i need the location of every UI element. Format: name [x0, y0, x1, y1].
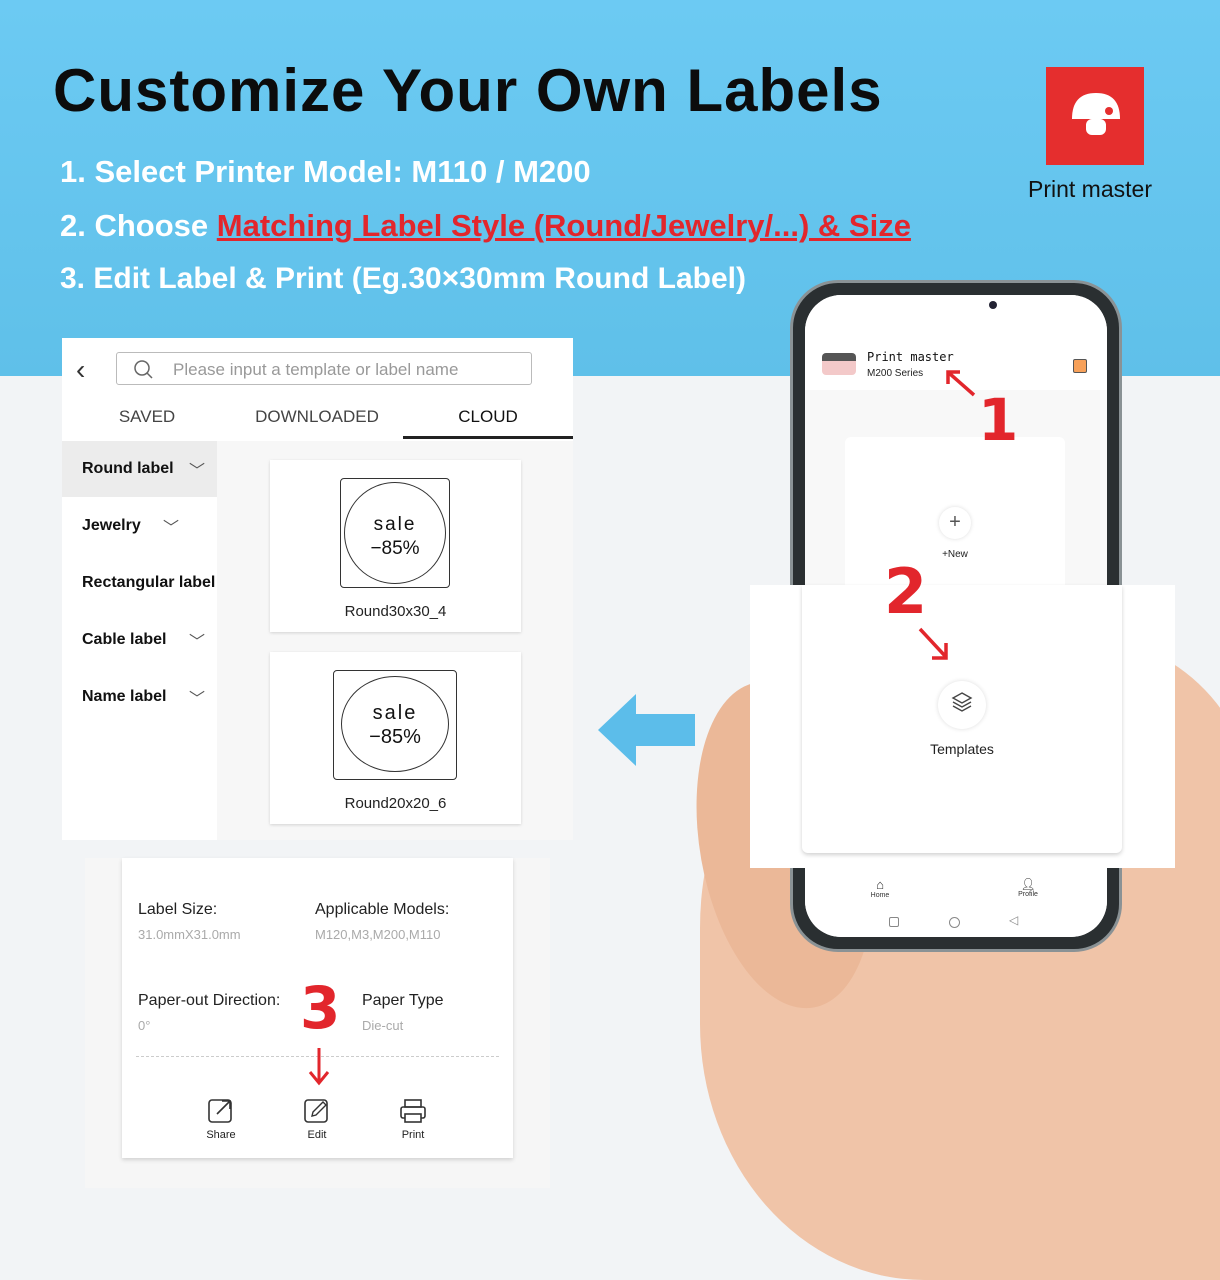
templates-overlay: 2 Templates: [750, 555, 1175, 868]
template-card[interactable]: sale −85% Round20x20_6: [270, 652, 521, 824]
tab-downloaded[interactable]: DOWNLOADED: [232, 407, 402, 427]
back-nav-icon[interactable]: ◁: [1009, 913, 1018, 927]
chevron-down-icon: ﹀: [162, 520, 179, 537]
step-marker-2: 2: [884, 555, 928, 628]
share-button[interactable]: Share: [191, 1098, 251, 1141]
category-label: Jewelry: [82, 517, 141, 534]
page-title: Customize Your Own Labels: [53, 57, 883, 124]
brand-name: Print master: [1028, 176, 1152, 202]
printer-thumbnail[interactable]: [822, 353, 856, 375]
nav-home[interactable]: ⌂ Home: [865, 877, 895, 899]
home-icon: ⌂: [876, 877, 884, 892]
models-key: Applicable Models:: [315, 901, 450, 918]
category-cable[interactable]: Cable label ﹀: [62, 612, 217, 668]
round-label: sale −85%: [344, 482, 446, 584]
share-label: Share: [206, 1129, 236, 1141]
mushroom-icon: [1072, 93, 1120, 135]
printer-series[interactable]: M200 Series: [867, 368, 923, 379]
template-card[interactable]: sale −85% Round30x30_4: [270, 460, 521, 632]
step-text: 3. Edit Label & Print (Eg.30×30mm Round …: [60, 262, 746, 295]
share-icon: [208, 1099, 232, 1123]
step-marker-1: 1: [978, 386, 1019, 454]
profile-icon: 👤︎: [1020, 877, 1036, 891]
category-jewelry[interactable]: Jewelry ﹀: [62, 498, 217, 554]
category-rectangular[interactable]: Rectangular label: [62, 555, 217, 611]
print-label: Print: [401, 1129, 425, 1141]
template-name: Round30x30_4: [344, 603, 447, 620]
paper-type-value: Die-cut: [362, 1018, 404, 1033]
step-1: 1. Select Printer Model: M110 / M200: [60, 154, 591, 190]
step-text: 1. Select Printer Model: M110 / M200: [60, 154, 591, 189]
camera: [989, 301, 997, 309]
label-size-value: 31.0mmX31.0mm: [138, 927, 241, 942]
printer-icon: [400, 1099, 426, 1123]
step-2: 2. Choose Matching Label Style (Round/Je…: [60, 208, 911, 244]
nav-label: Profile: [1018, 891, 1038, 898]
chevron-down-icon: ﹀: [188, 634, 205, 651]
arrow-up-left-icon: [946, 370, 976, 397]
label-preview: sale −85%: [340, 478, 450, 588]
step-text: 2. Choose: [60, 208, 217, 243]
templates-label[interactable]: Templates: [912, 741, 1012, 757]
category-label: Round label: [82, 460, 174, 477]
tab-cloud[interactable]: CLOUD: [403, 407, 573, 427]
printer-status-icon[interactable]: [1073, 359, 1087, 373]
chevron-down-icon: ﹀: [188, 691, 205, 708]
print-button[interactable]: Print: [383, 1098, 443, 1141]
label-size-key: Label Size:: [138, 901, 218, 918]
app-name: Print master: [867, 350, 954, 364]
tab-indicator: [403, 436, 573, 439]
step-marker-3: 3: [300, 974, 341, 1042]
label-details-card: Label Size: 31.0mmX31.0mm Applicable Mod…: [122, 858, 513, 1158]
templates-button[interactable]: [938, 681, 986, 729]
tab-saved[interactable]: SAVED: [62, 407, 232, 427]
template-name: Round20x20_6: [344, 795, 447, 812]
category-label: Rectangular label: [82, 574, 216, 591]
edit-button[interactable]: Edit: [287, 1098, 347, 1141]
brand-logo: [1046, 67, 1144, 165]
round-label: sale −85%: [341, 676, 449, 772]
layers-icon: [951, 692, 973, 712]
edit-icon: [304, 1099, 328, 1123]
label-text: sale: [373, 514, 417, 535]
recent-apps-icon[interactable]: [889, 917, 899, 927]
plus-icon[interactable]: +: [939, 507, 971, 539]
back-icon[interactable]: ‹: [76, 354, 85, 386]
nav-label: Home: [870, 892, 890, 899]
arrow-left-icon: [598, 694, 695, 766]
new-label[interactable]: +New: [925, 549, 985, 560]
chevron-down-icon: ﹀: [188, 463, 205, 480]
search-icon: [134, 360, 153, 379]
label-text: sale: [372, 702, 418, 724]
label-text: −85%: [369, 726, 421, 748]
step-3: 3. Edit Label & Print (Eg.30×30mm Round …: [60, 262, 746, 296]
category-label: Cable label: [82, 631, 167, 648]
direction-value: 0°: [138, 1018, 151, 1033]
paper-type-key: Paper Type: [362, 992, 444, 1009]
label-preview: sale −85%: [333, 670, 457, 780]
label-text: −85%: [370, 538, 420, 559]
category-label: Name label: [82, 688, 167, 705]
edit-label: Edit: [307, 1129, 327, 1141]
direction-key: Paper-out Direction:: [138, 992, 281, 1009]
category-name[interactable]: Name label ﹀: [62, 669, 217, 725]
arrow-down-right-icon: [918, 627, 948, 660]
models-value: M120,M3,M200,M110: [315, 927, 441, 942]
nav-profile[interactable]: 👤︎ Profile: [1013, 877, 1043, 898]
search-input[interactable]: Please input a template or label name: [116, 352, 532, 385]
home-button-icon[interactable]: [949, 917, 960, 928]
category-round-label[interactable]: Round label ﹀: [62, 441, 217, 497]
arrow-down-icon: [308, 1048, 330, 1086]
step-highlight: Matching Label Style (Round/Jewelry/...)…: [216, 208, 911, 243]
